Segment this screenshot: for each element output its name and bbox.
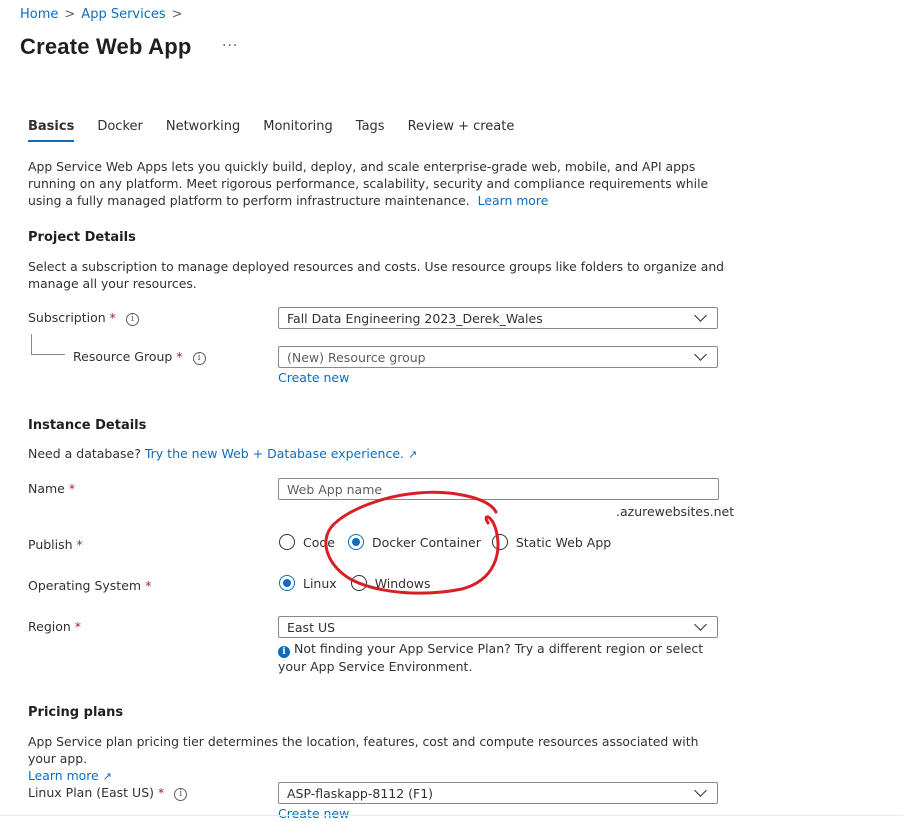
- info-icon[interactable]: i: [192, 352, 206, 365]
- info-icon: i: [278, 646, 290, 658]
- required-marker: *: [68, 481, 76, 496]
- region-label: Region *: [28, 619, 82, 634]
- info-icon[interactable]: i: [174, 788, 188, 801]
- intro-description: App Service Web Apps lets you quickly bu…: [28, 158, 728, 209]
- domain-suffix: .azurewebsites.net: [616, 504, 735, 519]
- publish-option-code[interactable]: Code: [279, 534, 335, 550]
- publish-radio-group: Code Docker Container Static Web App: [279, 534, 611, 550]
- tab-basics[interactable]: Basics: [28, 119, 75, 142]
- chevron-right-icon: >: [171, 7, 183, 22]
- web-database-link[interactable]: Try the new Web + Database experience. ↗: [145, 446, 417, 461]
- tab-networking[interactable]: Networking: [166, 119, 240, 142]
- name-label: Name *: [28, 481, 76, 496]
- linux-plan-dropdown[interactable]: ASP-flaskapp-8112 (F1): [278, 782, 718, 804]
- radio-selected-icon: [348, 534, 365, 550]
- divider: [0, 815, 903, 816]
- chevron-down-icon: [694, 784, 707, 797]
- create-new-resource-group-link[interactable]: Create new: [278, 370, 349, 385]
- radio-selected-icon: [279, 575, 295, 591]
- publish-option-static-web-app[interactable]: Static Web App: [491, 534, 611, 550]
- database-prompt: Need a database? Try the new Web + Datab…: [28, 446, 418, 461]
- tab-tags[interactable]: Tags: [356, 119, 385, 142]
- chevron-down-icon: [694, 618, 707, 631]
- region-value: East US: [287, 619, 336, 635]
- operating-system-label: Operating System *: [28, 578, 152, 593]
- subscription-dropdown[interactable]: Fall Data Engineering 2023_Derek_Wales: [278, 307, 718, 329]
- instance-details-heading: Instance Details: [28, 418, 147, 433]
- more-options-icon[interactable]: ···: [222, 38, 238, 54]
- region-notice: i Not finding your App Service Plan? Try …: [278, 641, 704, 674]
- tab-bar: Basics Docker Networking Monitoring Tags…: [28, 119, 537, 142]
- resource-group-value: (New) Resource group: [287, 349, 426, 365]
- required-marker: *: [74, 619, 82, 634]
- subscription-value: Fall Data Engineering 2023_Derek_Wales: [287, 310, 543, 326]
- required-marker: *: [109, 310, 116, 325]
- required-marker: *: [76, 537, 83, 552]
- publish-option-docker-container[interactable]: Docker Container: [348, 534, 481, 550]
- tab-monitoring[interactable]: Monitoring: [263, 119, 333, 142]
- resource-group-dropdown[interactable]: (New) Resource group: [278, 346, 718, 368]
- learn-more-link[interactable]: Learn more: [478, 193, 549, 208]
- tab-docker[interactable]: Docker: [97, 119, 143, 142]
- resource-group-label: Resource Group * i: [73, 349, 206, 365]
- page-title: Create Web App: [20, 34, 192, 59]
- pricing-plans-heading: Pricing plans: [28, 705, 124, 720]
- radio-icon: [491, 534, 508, 550]
- pricing-description: App Service plan pricing tier determines…: [28, 734, 699, 783]
- web-app-name-input[interactable]: [278, 478, 719, 500]
- linux-plan-label: Linux Plan (East US) * i: [28, 785, 188, 801]
- region-dropdown[interactable]: East US: [278, 616, 718, 638]
- project-details-heading: Project Details: [28, 230, 136, 245]
- tree-connector: [31, 334, 65, 355]
- radio-icon: [279, 534, 295, 550]
- external-link-icon: ↗: [408, 448, 418, 461]
- chevron-right-icon: >: [64, 7, 76, 22]
- chevron-down-icon: [694, 309, 707, 322]
- breadcrumb-home-link[interactable]: Home: [20, 7, 58, 22]
- breadcrumb-app-services-link[interactable]: App Services: [81, 7, 165, 22]
- chevron-down-icon: [694, 348, 707, 361]
- info-icon[interactable]: i: [125, 313, 139, 326]
- pricing-learn-more-link[interactable]: Learn more ↗: [28, 768, 112, 783]
- breadcrumb: Home > App Services >: [20, 7, 183, 22]
- intro-text: App Service Web Apps lets you quickly bu…: [28, 159, 709, 208]
- project-details-description: Select a subscription to manage deployed…: [28, 259, 725, 291]
- os-option-linux[interactable]: Linux: [279, 575, 337, 591]
- radio-icon: [350, 575, 367, 591]
- linux-plan-value: ASP-flaskapp-8112 (F1): [287, 785, 434, 801]
- subscription-label: Subscription * i: [28, 310, 139, 326]
- required-marker: *: [158, 785, 165, 800]
- os-radio-group: Linux Windows: [279, 575, 431, 591]
- external-link-icon: ↗: [102, 770, 112, 783]
- create-new-plan-link[interactable]: Create new: [278, 806, 349, 821]
- publish-label: Publish *: [28, 537, 83, 552]
- os-option-windows[interactable]: Windows: [350, 575, 431, 591]
- required-marker: *: [145, 578, 152, 593]
- required-marker: *: [176, 349, 183, 364]
- tab-review-create[interactable]: Review + create: [408, 119, 515, 142]
